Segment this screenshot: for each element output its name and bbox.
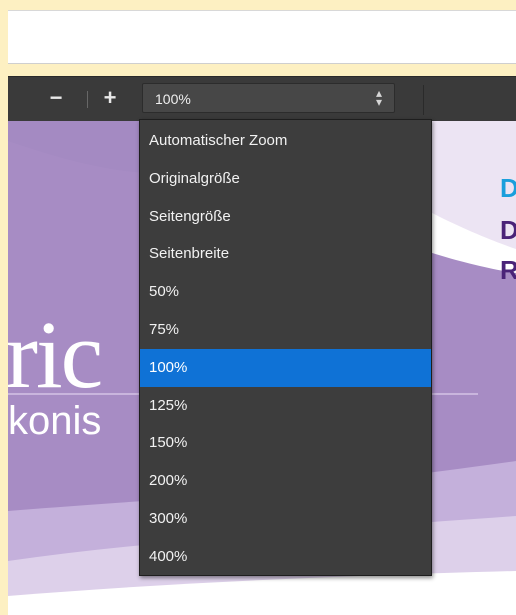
zoom-option[interactable]: 75% xyxy=(140,311,431,349)
zoom-option[interactable]: 200% xyxy=(140,462,431,500)
screenshot-frame: − + 100% ▴ ▾ ric konis D D R Automatische… xyxy=(0,0,516,615)
toolbar-separator xyxy=(87,91,88,108)
page-heading-fragment: ric xyxy=(8,301,103,408)
zoom-out-button[interactable]: − xyxy=(42,85,70,113)
select-updown-arrows-icon: ▴ ▾ xyxy=(375,86,382,109)
zoom-option[interactable]: Seitengröße xyxy=(140,198,431,236)
zoom-option[interactable]: 50% xyxy=(140,273,431,311)
toolbar-separator xyxy=(423,85,424,115)
page-right-letter: D xyxy=(500,173,516,203)
zoom-option[interactable]: 300% xyxy=(140,500,431,538)
browser-address-strip[interactable] xyxy=(8,10,516,64)
page-right-letter: D xyxy=(500,215,516,245)
pdf-viewer-toolbar: − + 100% ▴ ▾ xyxy=(8,76,516,121)
page-subheading-fragment: konis xyxy=(8,399,102,443)
zoom-option[interactable]: 400% xyxy=(140,538,431,576)
zoom-option[interactable]: Automatischer Zoom xyxy=(140,122,431,160)
zoom-select-value: 100% xyxy=(155,91,191,107)
zoom-in-button[interactable]: + xyxy=(96,85,124,113)
page-right-letter: R xyxy=(500,255,516,285)
zoom-option[interactable]: Seitenbreite xyxy=(140,235,431,273)
zoom-dropdown-list: Automatischer Zoom Originalgröße Seitengrö… xyxy=(139,119,432,576)
zoom-option[interactable]: 150% xyxy=(140,424,431,462)
zoom-select[interactable]: 100% ▴ ▾ xyxy=(142,83,395,113)
zoom-option[interactable]: Originalgröße xyxy=(140,160,431,198)
zoom-option[interactable]: 100% xyxy=(140,348,431,387)
zoom-option[interactable]: 125% xyxy=(140,387,431,425)
